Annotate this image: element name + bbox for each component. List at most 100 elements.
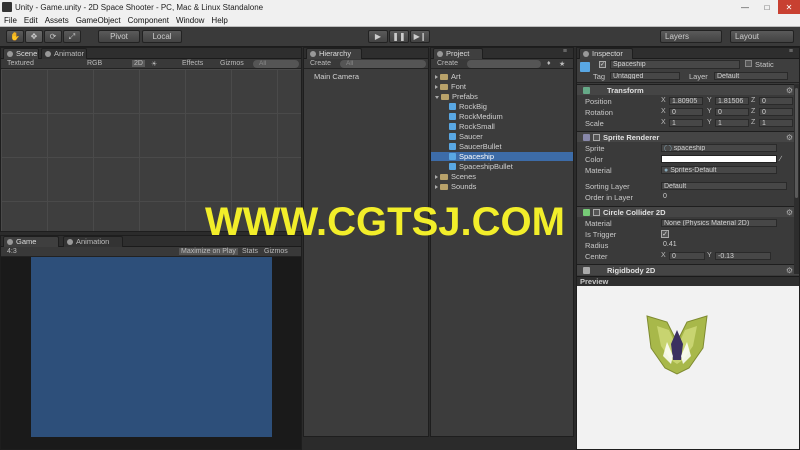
hierarchy-search-input[interactable]: All — [340, 60, 426, 68]
menu-assets[interactable]: Assets — [45, 16, 69, 25]
tab-scene[interactable]: Scene — [3, 48, 39, 59]
shading-dropdown[interactable]: Textured — [7, 60, 34, 67]
project-item-prefabs[interactable]: Prefabs — [435, 92, 478, 101]
position-z-field[interactable]: 0 — [759, 97, 793, 105]
layers-dropdown[interactable]: Layers — [660, 30, 722, 43]
gizmos-dropdown[interactable]: Gizmos — [220, 60, 244, 67]
layout-dropdown[interactable]: Layout — [730, 30, 794, 43]
rotation-y-field[interactable]: 0 — [715, 108, 749, 116]
favorite-icon[interactable]: ★ — [559, 60, 565, 68]
menu-edit[interactable]: Edit — [24, 16, 38, 25]
menu-gameobject[interactable]: GameObject — [76, 16, 121, 25]
transform-header[interactable]: Transform ⚙ — [577, 84, 799, 95]
project-item-scenes[interactable]: Scenes — [435, 172, 476, 181]
game-viewport[interactable] — [31, 257, 272, 437]
tab-hierarchy[interactable]: Hierarchy — [306, 48, 362, 59]
collapsed-arrow-icon[interactable] — [435, 185, 438, 189]
tab-animation[interactable]: Animation — [63, 236, 123, 247]
menu-help[interactable]: Help — [211, 16, 227, 25]
collapsed-arrow-icon[interactable] — [435, 175, 438, 179]
gear-icon[interactable]: ⚙ — [786, 86, 793, 95]
scale-tool-button[interactable]: ⤢ — [63, 30, 81, 43]
play-button[interactable]: ▶ — [368, 30, 388, 43]
filter-icon[interactable]: ♦ — [547, 60, 551, 67]
gear-icon[interactable]: ⚙ — [786, 208, 793, 217]
scale-y-field[interactable]: 1 — [715, 119, 749, 127]
center-x-field[interactable]: 0 — [669, 252, 705, 260]
position-x-field[interactable]: 1.80905 — [669, 97, 703, 105]
sprite-renderer-header[interactable]: Sprite Renderer ⚙ — [577, 131, 799, 142]
pause-button[interactable]: ❚❚ — [389, 30, 409, 43]
maximize-on-play-toggle[interactable]: Maximize on Play — [179, 248, 238, 255]
panel-menu-icon[interactable]: ≡ — [563, 48, 567, 55]
static-checkbox[interactable] — [745, 60, 752, 67]
project-item-art[interactable]: Art — [435, 72, 461, 81]
circle-collider-header[interactable]: Circle Collider 2D ⚙ — [577, 206, 799, 217]
mode-2d-toggle[interactable]: 2D — [132, 60, 145, 67]
gear-icon[interactable]: ⚙ — [786, 133, 793, 142]
center-y-field[interactable]: -0.13 — [715, 252, 771, 260]
eyedropper-icon[interactable]: ∕ — [780, 154, 781, 163]
scene-search-input[interactable]: All — [253, 60, 299, 68]
sprite-field[interactable]: ◯ spaceship — [661, 144, 777, 152]
tab-game[interactable]: Game — [3, 236, 59, 247]
inspector-scrollbar-thumb[interactable] — [795, 88, 798, 198]
project-item-font[interactable]: Font — [435, 82, 466, 91]
project-item-rockbig[interactable]: RockBig — [449, 102, 487, 111]
is-trigger-checkbox[interactable]: ✓ — [661, 230, 669, 238]
inspector-menu-icon[interactable]: ≡ — [789, 48, 793, 55]
sorting-layer-dropdown[interactable]: Default — [661, 182, 787, 190]
local-toggle-button[interactable]: Local — [142, 30, 182, 43]
tab-animator[interactable]: Animator — [41, 48, 87, 59]
game-gizmos-dropdown[interactable]: Gizmos — [264, 248, 288, 255]
project-item-spaceshipbullet[interactable]: SpaceshipBullet — [449, 162, 513, 171]
project-search-input[interactable] — [467, 60, 541, 68]
collider-enabled-checkbox[interactable] — [593, 209, 600, 216]
project-item-rockmedium[interactable]: RockMedium — [449, 112, 503, 121]
order-in-layer-field[interactable]: 0 — [661, 193, 787, 201]
color-swatch[interactable] — [661, 155, 777, 163]
rigidbody-header[interactable]: Rigidbody 2D ⚙ — [577, 264, 799, 275]
menu-window[interactable]: Window — [176, 16, 204, 25]
minimize-button[interactable]: — — [734, 0, 756, 14]
object-name-field[interactable]: Spaceship — [610, 60, 740, 69]
position-y-field[interactable]: 1.81506 — [715, 97, 749, 105]
radius-field[interactable]: 0.41 — [661, 241, 787, 249]
rotation-x-field[interactable]: 0 — [669, 108, 703, 116]
tab-inspector[interactable]: Inspector — [579, 48, 633, 59]
menu-file[interactable]: File — [4, 16, 17, 25]
project-item-saucerbullet[interactable]: SaucerBullet — [449, 142, 502, 151]
step-button[interactable]: ▶❙ — [410, 30, 430, 43]
aspect-dropdown[interactable]: 4:3 — [7, 248, 17, 255]
project-create-dropdown[interactable]: Create — [437, 60, 458, 67]
scale-x-field[interactable]: 1 — [669, 119, 703, 127]
move-tool-button[interactable]: ✥ — [25, 30, 43, 43]
material-field[interactable]: ● Sprites-Default — [661, 166, 777, 174]
preview-header[interactable]: Preview — [577, 276, 799, 286]
maximize-button[interactable]: □ — [756, 0, 778, 14]
gear-icon[interactable]: ⚙ — [786, 266, 793, 275]
rotate-tool-button[interactable]: ⟳ — [44, 30, 62, 43]
active-checkbox[interactable]: ✓ — [599, 61, 606, 68]
tag-dropdown[interactable]: Untagged — [610, 72, 680, 80]
effects-dropdown[interactable]: Effects — [182, 60, 203, 67]
scale-z-field[interactable]: 1 — [759, 119, 793, 127]
collapsed-arrow-icon[interactable] — [435, 75, 438, 79]
collider-material-field[interactable]: None (Physics Material 2D) — [661, 219, 777, 227]
rotation-z-field[interactable]: 0 — [759, 108, 793, 116]
project-item-spaceship[interactable]: Spaceship — [431, 152, 573, 161]
lighting-icon[interactable]: ☀ — [151, 60, 157, 68]
stats-toggle[interactable]: Stats — [242, 248, 258, 255]
layer-dropdown[interactable]: Default — [714, 72, 788, 80]
tab-project[interactable]: Project — [433, 48, 483, 59]
project-item-sounds[interactable]: Sounds — [435, 182, 476, 191]
expanded-arrow-icon[interactable] — [435, 96, 439, 99]
close-button[interactable]: ✕ — [778, 0, 800, 14]
collapsed-arrow-icon[interactable] — [435, 85, 438, 89]
hand-tool-button[interactable]: ✋ — [6, 30, 24, 43]
sprite-renderer-enabled-checkbox[interactable] — [593, 134, 600, 141]
project-item-rocksmall[interactable]: RockSmall — [449, 122, 495, 131]
menu-component[interactable]: Component — [128, 16, 169, 25]
render-mode-dropdown[interactable]: RGB — [87, 60, 102, 67]
inspector-scrollbar[interactable] — [794, 84, 799, 274]
